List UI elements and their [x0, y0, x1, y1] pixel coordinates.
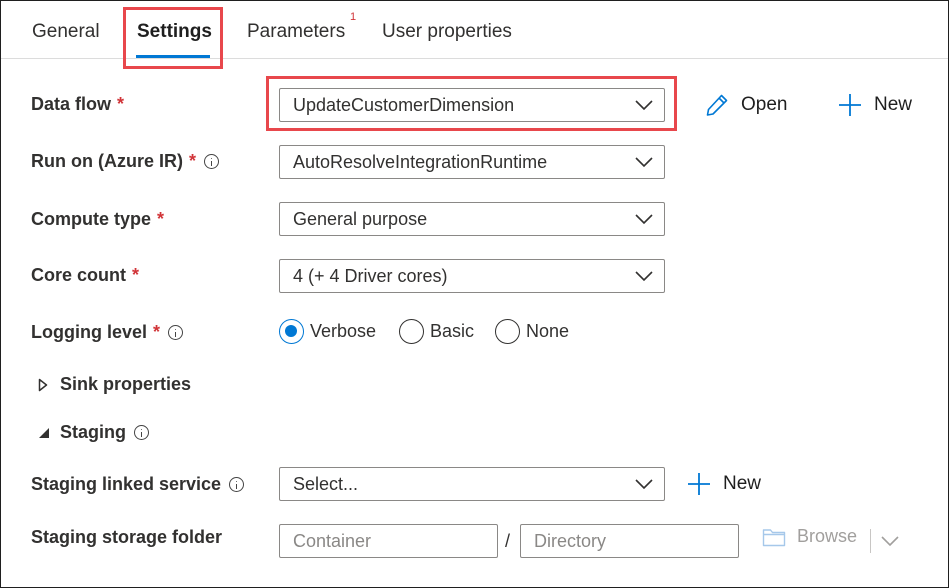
open-data-flow-button[interactable]: Open — [705, 93, 787, 117]
new-linked-service-button[interactable]: New — [687, 472, 761, 496]
compute-type-select[interactable]: General purpose — [279, 202, 665, 236]
staging-linked-service-select[interactable]: Select... — [279, 467, 665, 501]
compute-type-value: General purpose — [293, 208, 428, 229]
tab-parameters[interactable]: Parameters — [247, 21, 345, 43]
radio-indicator — [495, 319, 520, 344]
run-on-value: AutoResolveIntegrationRuntime — [293, 151, 548, 172]
required-mark: * — [153, 322, 161, 342]
container-input[interactable]: Container — [279, 524, 498, 558]
browse-label: Browse — [797, 526, 858, 546]
path-separator: / — [505, 531, 511, 551]
run-on-select[interactable]: AutoResolveIntegrationRuntime — [279, 145, 665, 179]
browse-button[interactable]: Browse — [762, 526, 857, 547]
run-on-label: Run on (Azure IR) * — [31, 151, 219, 172]
chevron-down-icon — [635, 214, 653, 225]
caret-down-icon — [39, 427, 49, 438]
required-mark: * — [117, 94, 125, 114]
folder-icon — [762, 528, 786, 546]
required-mark: * — [157, 209, 165, 229]
required-mark: * — [132, 265, 140, 285]
plus-icon — [688, 473, 710, 495]
parameters-badge: 1 — [350, 11, 357, 23]
pencil-icon — [706, 94, 728, 116]
logging-basic-radio[interactable]: Basic — [399, 319, 474, 344]
new-label: New — [874, 94, 913, 115]
info-icon[interactable] — [229, 477, 245, 492]
settings-tab-highlight — [123, 7, 223, 69]
tab-general[interactable]: General — [32, 21, 100, 43]
compute-type-label: Compute type * — [31, 209, 165, 229]
core-count-select[interactable]: 4 (+ 4 Driver cores) — [279, 259, 665, 293]
radio-label: Basic — [430, 321, 475, 341]
logging-verbose-radio[interactable]: Verbose — [279, 319, 376, 344]
staging-linked-service-label: Staging linked service — [31, 474, 245, 495]
chevron-down-icon — [635, 271, 653, 282]
info-icon[interactable] — [204, 154, 219, 169]
logging-none-radio[interactable]: None — [495, 319, 569, 344]
chevron-down-icon — [635, 479, 653, 490]
core-count-value: 4 (+ 4 Driver cores) — [293, 265, 448, 286]
new-label: New — [723, 473, 762, 494]
staging-storage-folder-label: Staging storage folder — [31, 527, 223, 547]
staging-toggle[interactable]: Staging — [38, 422, 149, 443]
container-placeholder: Container — [293, 530, 372, 551]
open-label: Open — [741, 94, 788, 115]
staging-linked-service-placeholder: Select... — [293, 473, 359, 494]
info-icon[interactable] — [168, 325, 184, 340]
directory-placeholder: Directory — [534, 530, 607, 551]
radio-label: None — [526, 321, 570, 341]
staging-label: Staging — [60, 422, 126, 442]
radio-selected-indicator — [279, 319, 304, 344]
caret-right-icon — [38, 378, 48, 391]
required-mark: * — [188, 151, 196, 171]
sink-properties-label: Sink properties — [60, 374, 192, 394]
logging-level-label: Logging level * — [31, 322, 184, 343]
browse-dropdown-chevron-icon[interactable] — [880, 534, 900, 548]
directory-input[interactable]: Directory — [520, 524, 739, 558]
sink-properties-toggle[interactable]: Sink properties — [38, 374, 191, 395]
info-icon[interactable] — [134, 425, 149, 440]
tab-user-properties[interactable]: User properties — [382, 21, 512, 43]
plus-icon — [839, 94, 861, 116]
divider — [870, 529, 871, 553]
data-flow-label: Data flow * — [31, 94, 125, 114]
data-flow-highlight — [266, 76, 677, 131]
new-data-flow-button[interactable]: New — [838, 93, 912, 117]
radio-indicator — [399, 319, 424, 344]
radio-label: Verbose — [310, 321, 377, 341]
chevron-down-icon — [635, 157, 653, 168]
core-count-label: Core count * — [31, 265, 140, 285]
